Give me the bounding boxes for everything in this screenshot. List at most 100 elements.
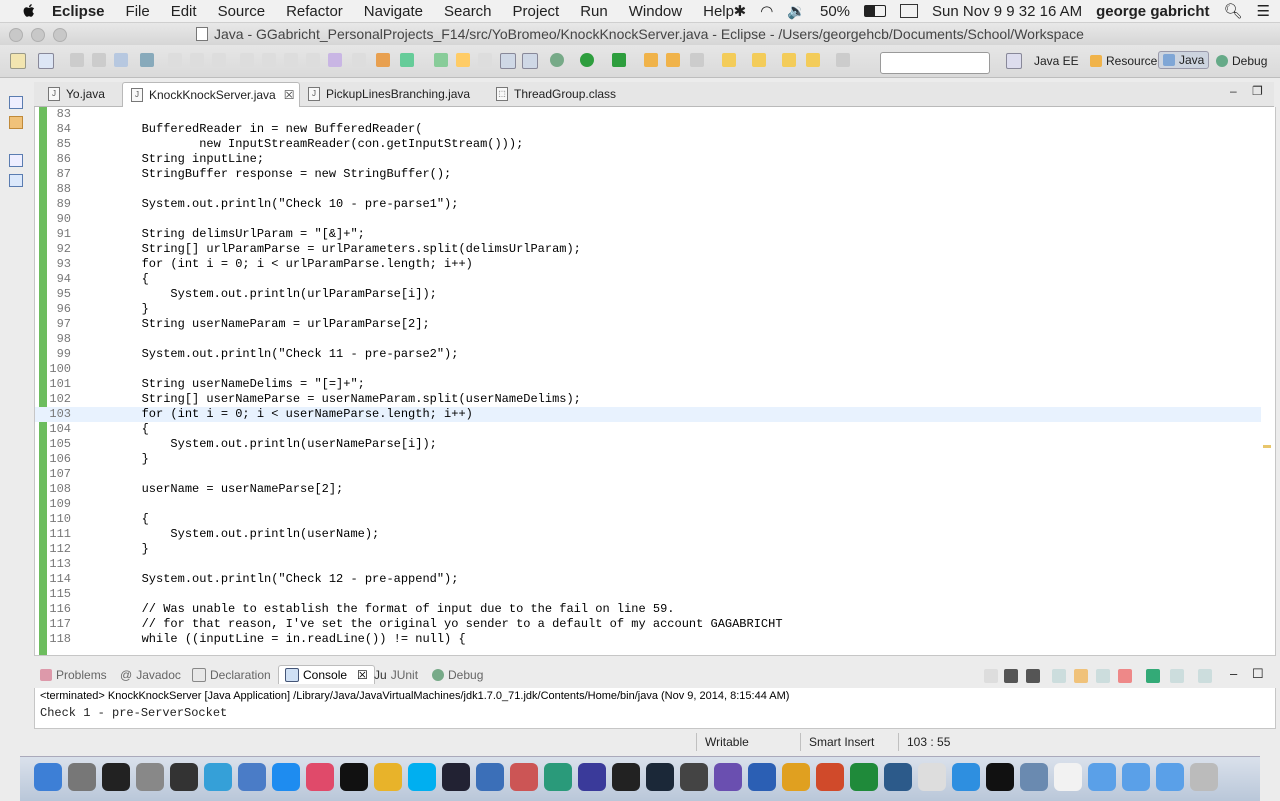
misc2-icon[interactable] — [680, 763, 708, 791]
safari-icon[interactable] — [952, 763, 980, 791]
save-icon[interactable] — [70, 53, 84, 67]
previous-annotation-icon[interactable] — [752, 53, 766, 67]
quicktime-icon[interactable] — [476, 763, 504, 791]
wifi-icon[interactable]: ◠ — [760, 2, 773, 20]
menu-file[interactable]: File — [126, 3, 150, 20]
run-external-tool-icon[interactable] — [612, 53, 626, 67]
code-line[interactable]: 108 userName = userNameParse[2]; — [35, 482, 1261, 497]
save-all-icon[interactable] — [92, 53, 106, 67]
terminate-console-icon[interactable] — [984, 669, 998, 683]
tab-yo-java[interactable]: J Yo.java — [40, 82, 128, 106]
preview-icon[interactable] — [1020, 763, 1048, 791]
code-line[interactable]: 97 String userNameParam = urlParamParse[… — [35, 317, 1261, 332]
code-line[interactable]: 92 String[] urlParamParse = urlParameter… — [35, 242, 1261, 257]
restore-icon[interactable] — [9, 96, 23, 109]
menu-window[interactable]: Window — [629, 3, 682, 20]
text-edit-icon[interactable] — [918, 763, 946, 791]
code-line[interactable]: 99 System.out.println("Check 11 - pre-pa… — [35, 347, 1261, 362]
occurrence-marker[interactable] — [1263, 445, 1271, 448]
close-tab-icon[interactable]: ☒ — [284, 88, 295, 102]
menu-run[interactable]: Run — [580, 3, 608, 20]
menu-search[interactable]: Search — [444, 3, 492, 20]
code-line[interactable]: 87 StringBuffer response = new StringBuf… — [35, 167, 1261, 182]
eclipse-icon[interactable] — [578, 763, 606, 791]
apple-icon[interactable] — [20, 2, 38, 20]
new-java-project-icon[interactable] — [38, 53, 54, 69]
open-folder-icon[interactable] — [644, 53, 658, 67]
code-line[interactable]: 95 System.out.println(urlParamParse[i]); — [35, 287, 1261, 302]
folder-downloads-icon[interactable] — [1156, 763, 1184, 791]
notification-center-icon[interactable]: ☰ — [1257, 2, 1270, 20]
drop-to-frame-icon[interactable] — [306, 53, 320, 67]
run-icon[interactable] — [580, 53, 594, 67]
quick-access-input[interactable] — [880, 52, 990, 74]
build-icon[interactable] — [352, 53, 366, 67]
next-annotation-icon[interactable] — [722, 53, 736, 67]
misc-icon[interactable] — [442, 763, 470, 791]
outline-icon[interactable] — [9, 174, 23, 187]
system-preferences-icon[interactable] — [136, 763, 164, 791]
perspective-debug[interactable]: Debug — [1212, 53, 1271, 69]
toggle-block-selection-icon[interactable] — [522, 53, 538, 69]
open-task-icon[interactable] — [690, 53, 704, 67]
user-name[interactable]: george gabricht — [1096, 3, 1209, 20]
close-window-button[interactable] — [9, 28, 23, 42]
display-selected-console-icon[interactable] — [1170, 669, 1184, 683]
code-line[interactable]: 88 — [35, 182, 1261, 197]
spotlight-icon[interactable]: 🔍︎ — [1224, 2, 1243, 20]
menu-refactor[interactable]: Refactor — [286, 3, 343, 20]
minimize-editor-icon[interactable]: ‒ — [1230, 84, 1237, 98]
code-line[interactable]: 84 BufferedReader in = new BufferedReade… — [35, 122, 1261, 137]
visual-studio-icon[interactable] — [714, 763, 742, 791]
terminal2-icon[interactable] — [986, 763, 1014, 791]
launchpad-icon[interactable] — [68, 763, 96, 791]
suspend-icon[interactable] — [190, 53, 204, 67]
new-java-class-icon[interactable] — [400, 53, 414, 67]
trash-icon[interactable] — [1190, 763, 1218, 791]
step-into-icon[interactable] — [240, 53, 254, 67]
bluetooth-icon[interactable]: ✱ — [734, 2, 747, 20]
clock[interactable]: Sun Nov 9 9 32 16 AM — [932, 3, 1082, 20]
code-line[interactable]: 111 System.out.println(userName); — [35, 527, 1261, 542]
code-line[interactable]: 94 { — [35, 272, 1261, 287]
app-menu[interactable]: Eclipse — [52, 3, 105, 20]
debug-icon[interactable] — [550, 53, 564, 67]
code-line[interactable]: 86 String inputLine; — [35, 152, 1261, 167]
clear-console-icon[interactable] — [1052, 669, 1066, 683]
minimize-panel-icon[interactable]: ‒ — [1230, 666, 1237, 681]
last-edit-location-icon[interactable] — [782, 53, 796, 67]
console-view[interactable]: <terminated> KnockKnockServer [Java Appl… — [34, 688, 1276, 729]
resume-icon[interactable] — [168, 53, 182, 67]
tab-problems[interactable]: Problems — [40, 668, 107, 682]
menu-edit[interactable]: Edit — [171, 3, 197, 20]
close-tab-icon[interactable]: ☒ — [357, 668, 368, 682]
print-icon[interactable] — [114, 53, 128, 67]
code-line[interactable]: 113 — [35, 557, 1261, 572]
word-wrap-icon[interactable] — [1096, 669, 1110, 683]
code-editor[interactable]: 83 84 BufferedReader in = new BufferedRea… — [34, 107, 1276, 656]
code-line[interactable]: 85 new InputStreamReader(con.getInputStr… — [35, 137, 1261, 152]
menu-project[interactable]: Project — [513, 3, 560, 20]
unreal-icon[interactable] — [612, 763, 640, 791]
toggle-mark-occurrences-icon[interactable] — [478, 53, 492, 67]
perspective-java-ee[interactable]: Java EE — [1030, 53, 1083, 69]
code-line[interactable]: 83 — [35, 107, 1261, 122]
mysql-icon[interactable] — [884, 763, 912, 791]
ant-icon[interactable] — [376, 53, 390, 67]
open-console-icon[interactable] — [1198, 669, 1212, 683]
excel-icon[interactable] — [850, 763, 878, 791]
code-line[interactable]: 96 } — [35, 302, 1261, 317]
show-whitespace-icon[interactable] — [500, 53, 516, 69]
code-line[interactable]: 98 — [35, 332, 1261, 347]
open-perspective-icon[interactable] — [1006, 53, 1022, 69]
open-package-icon[interactable] — [666, 53, 680, 67]
code-line[interactable]: 101 String userNameDelims = "[=]+"; — [35, 377, 1261, 392]
skype-icon[interactable] — [408, 763, 436, 791]
code-line[interactable]: 116 // Was unable to establish the forma… — [35, 602, 1261, 617]
code-line[interactable]: 115 — [35, 587, 1261, 602]
finder-icon[interactable] — [34, 763, 62, 791]
tab-console[interactable]: Console ☒ — [278, 665, 375, 684]
code-line[interactable]: 117 // for that reason, I've set the ori… — [35, 617, 1261, 632]
tab-pickuplinesbranching-java[interactable]: J PickupLinesBranching.java — [300, 82, 478, 106]
activity-monitor-icon[interactable] — [102, 763, 130, 791]
